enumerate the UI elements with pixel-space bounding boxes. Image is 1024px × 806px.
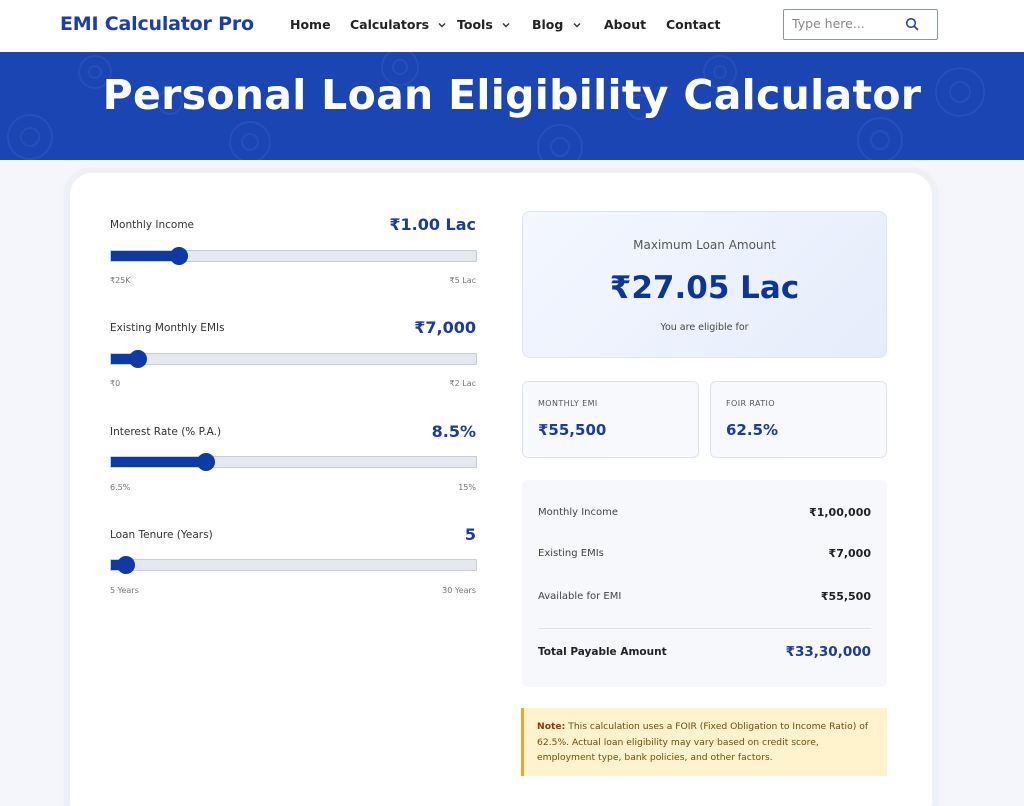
nav-home[interactable]: Home: [290, 17, 331, 32]
nav-about[interactable]: About: [604, 17, 646, 32]
slider-min-label: ₹0: [110, 379, 121, 388]
slider-thumb[interactable]: [169, 247, 188, 265]
slider-fill: [111, 457, 206, 467]
slider-value-existing-emis: ₹7,000: [414, 318, 476, 337]
hero-banner: Personal Loan Eligibility Calculator: [0, 52, 1024, 160]
slider-label-loan-tenure: Loan Tenure (Years): [110, 529, 213, 541]
foir-ratio-label: FOIR RATIO: [726, 399, 775, 408]
nav-tools-label: Tools: [457, 17, 493, 32]
slider-max-label: 15%: [458, 483, 476, 492]
breakdown-row-label: Available for EMI: [538, 591, 622, 602]
existing-emis-slider[interactable]: [110, 350, 477, 368]
nav-blog-label: Blog: [532, 17, 564, 32]
search-icon[interactable]: [905, 17, 919, 31]
slider-value-monthly-income: ₹1.00 Lac: [389, 215, 476, 234]
slider-max-label: ₹2 Lac: [449, 379, 476, 388]
monthly-emi-value: ₹55,500: [538, 421, 607, 439]
nav-contact-label: Contact: [666, 17, 721, 32]
note-prefix: Note:: [537, 721, 566, 732]
slider-min-label: 5 Years: [110, 586, 139, 595]
slider-min-label: 6.5%: [110, 483, 131, 492]
monthly-emi-card: MONTHLY EMI ₹55,500: [522, 381, 699, 458]
slider-label-existing-emis: Existing Monthly EMIs: [110, 322, 225, 334]
search-input[interactable]: [792, 16, 902, 31]
max-loan-result-box: Maximum Loan Amount ₹27.05 Lac You are e…: [522, 211, 887, 358]
nav-calculators-label: Calculators: [350, 17, 430, 32]
nav-home-label: Home: [290, 17, 331, 32]
slider-value-loan-tenure: 5: [464, 525, 476, 544]
slider-fill: [111, 251, 179, 261]
slider-label-monthly-income: Monthly Income: [110, 219, 195, 231]
chevron-down-icon: [438, 23, 446, 28]
max-loan-amount: ₹27.05 Lac: [609, 270, 800, 306]
result-title: Maximum Loan Amount: [633, 238, 776, 252]
page-title: Personal Loan Eligibility Calculator: [102, 71, 922, 119]
result-subtitle: You are eligible for: [660, 322, 749, 333]
divider: [538, 628, 871, 629]
interest-rate-slider[interactable]: [110, 453, 477, 471]
slider-value-interest-rate: 8.5%: [431, 422, 476, 441]
chevron-down-icon: [573, 23, 581, 28]
breakdown-row-label: Monthly Income: [538, 507, 619, 518]
nav-contact[interactable]: Contact: [666, 17, 720, 32]
slider-thumb[interactable]: [196, 453, 215, 471]
note-text: This calculation uses a FOIR (Fixed Obli…: [537, 721, 869, 763]
breakdown-table: Monthly Income ₹1,00,000 Existing EMIs ₹…: [522, 480, 887, 687]
slider-max-label: ₹5 Lac: [449, 276, 476, 285]
nav-about-label: About: [604, 17, 647, 32]
top-navbar: EMI Calculator Pro Home Calculators Tool…: [0, 0, 1024, 52]
site-logo[interactable]: EMI Calculator Pro: [60, 13, 254, 35]
breakdown-row-label: Existing EMIs: [538, 548, 604, 559]
monthly-emi-label: MONTHLY EMI: [538, 399, 598, 408]
breakdown-row-value: ₹55,500: [820, 590, 871, 603]
nav-calculators[interactable]: Calculators: [350, 17, 446, 32]
nav-tools[interactable]: Tools: [457, 17, 510, 32]
slider-thumb[interactable]: [116, 556, 135, 574]
slider-max-label: 30 Years: [442, 586, 476, 595]
foir-ratio-value: 62.5%: [726, 421, 779, 439]
total-payable-label: Total Payable Amount: [538, 646, 667, 658]
breakdown-row-value: ₹7,000: [828, 547, 871, 560]
monthly-income-slider[interactable]: [110, 247, 477, 265]
foir-note: Note: This calculation uses a FOIR (Fixe…: [521, 708, 887, 776]
loan-tenure-slider[interactable]: [110, 556, 477, 574]
total-payable-value: ₹33,30,000: [785, 644, 871, 660]
chevron-down-icon: [502, 23, 510, 28]
nav-blog[interactable]: Blog: [532, 17, 581, 32]
foir-ratio-card: FOIR RATIO 62.5%: [710, 381, 887, 458]
slider-min-label: ₹25K: [110, 276, 131, 285]
search-box: [783, 9, 938, 40]
breakdown-row-value: ₹1,00,000: [809, 506, 871, 519]
slider-label-interest-rate: Interest Rate (% P.A.): [110, 426, 222, 438]
